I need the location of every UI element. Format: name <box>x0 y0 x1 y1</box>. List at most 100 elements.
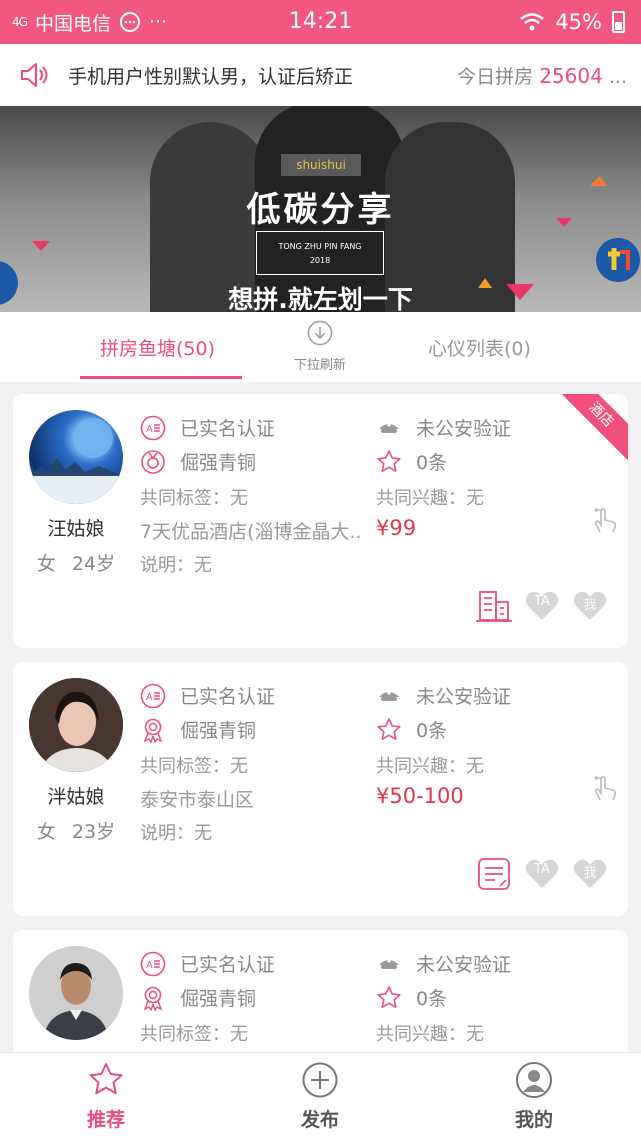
tab-bar: 拼房鱼塘(50) 下拉刷新 心仪列表(0) <box>0 312 641 382</box>
level-badge: 倔强青铜 <box>140 716 256 743</box>
listing-card[interactable]: 汪姑娘 女 24岁 A 已实名认证 未公安验证 倔强青铜 0条 共同标签：无 共同… <box>13 394 628 648</box>
banner-tag: shuishui <box>281 154 361 176</box>
user-age: 23岁 <box>71 821 116 843</box>
common-interests: 共同兴趣：无 <box>376 488 484 509</box>
review-count: 0条 <box>376 984 447 1011</box>
award-ribbon-icon <box>143 718 163 743</box>
police-status: 未公安验证 <box>376 414 511 441</box>
arrow-down-circle-icon <box>307 320 333 346</box>
banner-slogan: 想拼.就左划一下 <box>228 285 413 312</box>
svg-text:A: A <box>146 692 153 703</box>
level-badge: 倔强青铜 <box>140 984 256 1011</box>
like-ta-label: TA <box>534 594 550 609</box>
tab-favorites[interactable]: 心仪列表(0) <box>428 334 531 361</box>
status-bar: 4G 中国电信 ··· 14:21 45% <box>0 0 641 44</box>
avatar-image <box>29 418 123 504</box>
review-count: 0条 <box>376 716 447 743</box>
nav-recommend[interactable]: 推荐 <box>46 1061 166 1132</box>
medal-icon <box>141 449 165 474</box>
police-cap-icon <box>379 422 399 433</box>
listing-note: 说明：无 <box>140 555 212 576</box>
bottom-nav: 推荐 发布 我的 <box>0 1052 641 1140</box>
nav-mine[interactable]: 我的 <box>474 1061 594 1132</box>
svg-text:A: A <box>146 424 153 435</box>
level-label: 倔强青铜 <box>180 988 257 1010</box>
common-interests: 共同兴趣：无 <box>376 1024 484 1045</box>
verify-label: 已实名认证 <box>180 686 276 708</box>
verify-status: A 已实名认证 <box>140 682 275 709</box>
listing-location: 7天优品酒店(淄博金晶大.. <box>140 521 362 543</box>
avatar[interactable] <box>29 678 123 772</box>
plus-circle-icon <box>302 1062 338 1098</box>
note-list-icon[interactable] <box>476 856 512 892</box>
avatar[interactable] <box>29 946 123 1040</box>
banner-sub-line2: 2018 <box>309 256 331 265</box>
common-tags: 共同标签：无 <box>140 488 248 509</box>
today-count: 25604 <box>539 64 603 88</box>
tab-active-indicator <box>80 376 242 379</box>
police-label: 未公安验证 <box>416 954 512 976</box>
like-ta-button[interactable]: TA <box>524 856 560 892</box>
like-me-button[interactable]: 我 <box>572 856 608 892</box>
nav-publish[interactable]: 发布 <box>260 1061 380 1132</box>
swipe-hand-icon[interactable] <box>592 774 618 804</box>
banner[interactable]: shuishui 低碳分享 TONG ZHU PIN FANG 2018 想拼.… <box>0 106 641 312</box>
today-label: 今日拼房 <box>457 66 534 88</box>
level-label: 倔强青铜 <box>180 720 257 742</box>
user-gender-age: 女 24岁 <box>13 549 139 576</box>
count-label: 0条 <box>416 452 448 474</box>
like-ta-button[interactable]: TA <box>524 588 560 624</box>
id-card-icon: A <box>140 683 166 708</box>
avatar-image <box>29 946 123 1040</box>
banner-sub-line1: TONG ZHU PIN FANG <box>278 242 362 251</box>
id-card-icon: A <box>140 415 166 440</box>
listing-card[interactable]: A 已实名认证 未公安验证 倔强青铜 0条 共同标签：无 共同兴趣：无 <box>13 930 628 1070</box>
star-icon <box>377 449 401 472</box>
speaker-icon <box>21 63 48 87</box>
svg-text:A: A <box>146 960 153 971</box>
like-me-label: 我 <box>583 598 597 613</box>
building-icon[interactable] <box>476 588 512 624</box>
police-cap-icon <box>379 958 399 969</box>
verify-label: 已实名认证 <box>180 954 276 976</box>
listing-location: 泰安市泰山区 <box>140 789 255 811</box>
common-tags: 共同标签：无 <box>140 756 248 777</box>
user-name: 泮姑娘 <box>47 786 105 808</box>
police-cap-icon <box>379 690 399 701</box>
banner-subtitle-box: TONG ZHU PIN FANG 2018 <box>256 231 384 275</box>
listing-card[interactable]: 泮姑娘 女 23岁 A 已实名认证 未公安验证 倔强青铜 0条 共同标签：无 共同… <box>13 662 628 916</box>
star-icon <box>377 985 401 1008</box>
wifi-icon <box>520 13 545 31</box>
today-share-count[interactable]: 今日拼房 25604 ... <box>457 62 627 89</box>
listing-price: ¥99 <box>376 516 417 540</box>
star-icon <box>377 717 401 740</box>
battery-percent: 45% <box>555 10 602 34</box>
banner-title: 低碳分享 <box>246 190 395 230</box>
avatar-image <box>29 678 123 772</box>
verify-label: 已实名认证 <box>180 418 276 440</box>
avatar[interactable] <box>29 410 123 504</box>
swipe-hand-icon[interactable] <box>592 506 618 536</box>
more-dots: ... <box>608 66 627 88</box>
user-name: 汪姑娘 <box>47 518 105 540</box>
hotel-ribbon: 酒店 <box>552 394 628 464</box>
like-ta-label: TA <box>534 862 550 877</box>
like-me-button[interactable]: 我 <box>572 588 608 624</box>
decor-triangle <box>32 241 50 251</box>
police-label: 未公安验证 <box>416 418 512 440</box>
verify-status: A 已实名认证 <box>140 414 275 441</box>
level-badge: 倔强青铜 <box>140 448 256 475</box>
nav-recommend-label: 推荐 <box>86 1109 125 1131</box>
common-tags: 共同标签：无 <box>140 1024 248 1045</box>
nav-publish-label: 发布 <box>300 1109 339 1131</box>
nav-mine-label: 我的 <box>514 1109 553 1131</box>
tab-pond[interactable]: 拼房鱼塘(50) <box>100 334 215 361</box>
level-label: 倔强青铜 <box>180 452 257 474</box>
like-me-label: 我 <box>583 866 597 881</box>
refresh-label: 下拉刷新 <box>293 358 346 373</box>
user-gender: 女 <box>36 821 56 843</box>
battery-icon <box>612 11 625 33</box>
pull-refresh-hint[interactable]: 下拉刷新 <box>290 320 350 373</box>
police-label: 未公安验证 <box>416 686 512 708</box>
review-count: 0条 <box>376 448 447 475</box>
